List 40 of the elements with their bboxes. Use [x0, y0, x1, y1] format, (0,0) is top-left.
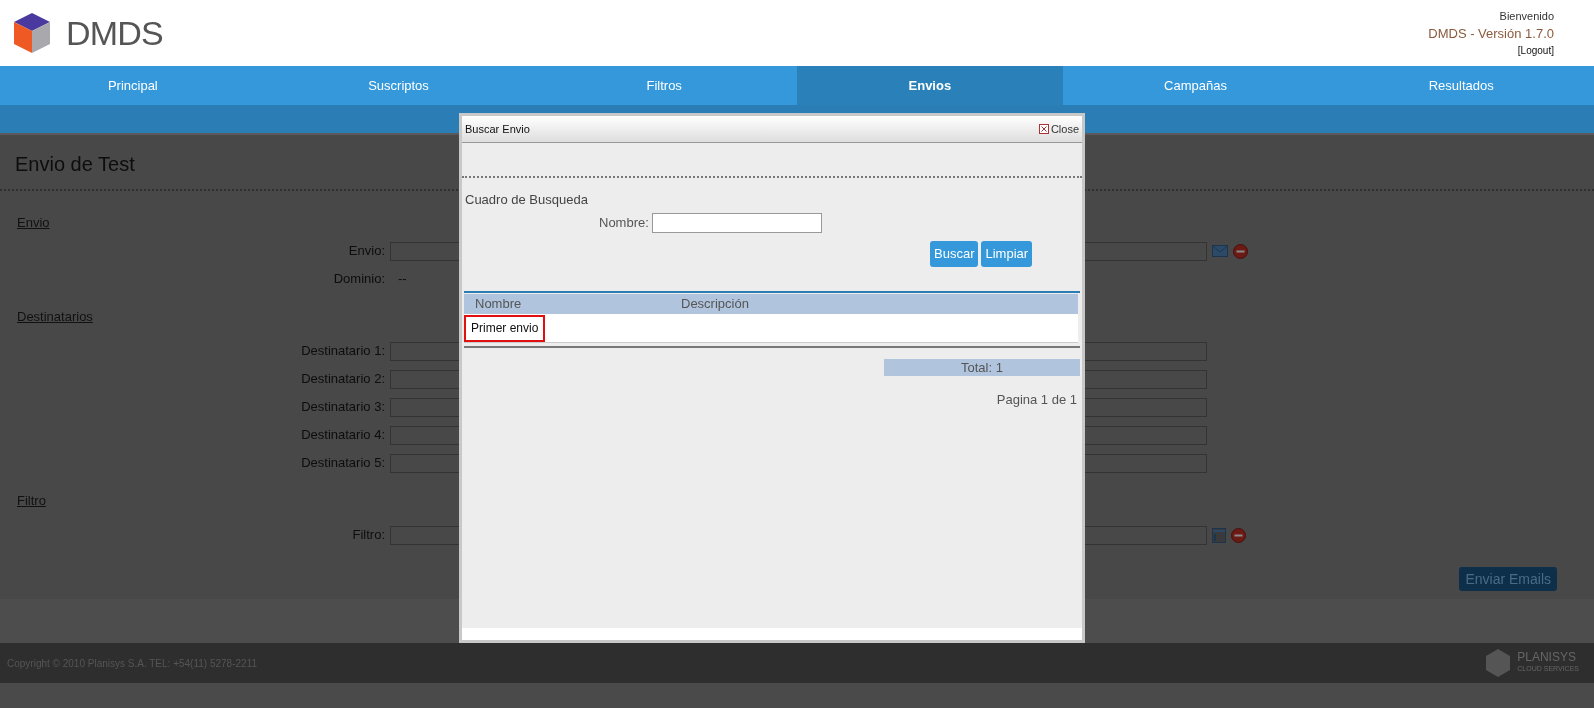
dialog-button[interactable]: Buscar [930, 240, 979, 267]
version-text: DMDS - Versión 1.7.0 [1428, 24, 1554, 42]
total-count: Total: 1 [884, 359, 1080, 376]
field-value: -- [398, 270, 407, 289]
field-label: Nombre: [599, 213, 650, 232]
field-label: Dominio: [332, 270, 386, 289]
nav-tab[interactable]: Campañas [1062, 66, 1329, 105]
field-label: Filtro: [351, 526, 386, 545]
field-label: Destinatario 2: [300, 370, 386, 389]
remove-icon[interactable] [1231, 527, 1246, 543]
dialog-button[interactable]: Limpiar [981, 240, 1033, 267]
nav-tab[interactable]: Suscriptos [265, 66, 532, 105]
welcome-text: Bienvenido [1499, 8, 1554, 24]
field-label: Envio: [347, 242, 386, 261]
column-header: Nombre [474, 295, 523, 314]
cube-logo-icon [1485, 648, 1512, 678]
nav-tab[interactable]: Envios [797, 66, 1063, 105]
pagination-text: Pagina 1 de 1 [996, 391, 1078, 409]
field-label: Destinatario 1: [300, 342, 386, 361]
close-button[interactable]: Close [1038, 120, 1079, 138]
section-heading: Destinatarios [17, 308, 93, 327]
brand-name: PLANISYS [1517, 652, 1577, 663]
field-label: Destinatario 4: [300, 426, 386, 445]
send-emails-button[interactable]: Enviar Emails [1459, 567, 1557, 591]
field-label: Destinatario 3: [300, 398, 386, 417]
logout-link[interactable]: [Logout] [1517, 41, 1554, 59]
nav-tab[interactable]: Filtros [531, 66, 797, 105]
search-heading: Cuadro de Busqueda [465, 191, 589, 209]
dialog-title: Buscar Envio [465, 121, 530, 137]
remove-icon[interactable] [1233, 243, 1248, 259]
close-icon [1038, 124, 1049, 134]
panel-icon[interactable] [1212, 527, 1226, 543]
nav-tab[interactable]: Resultados [1328, 66, 1594, 105]
name-input[interactable] [651, 212, 822, 233]
field-label: Destinatario 5: [300, 454, 386, 473]
nav-tab[interactable]: Principal [0, 66, 266, 105]
logo-text: DMDS [66, 12, 163, 54]
page-title: Envio de Test [14, 152, 136, 177]
column-header: Descripción [681, 295, 749, 314]
table-cell[interactable]: Primer envio [464, 314, 546, 342]
